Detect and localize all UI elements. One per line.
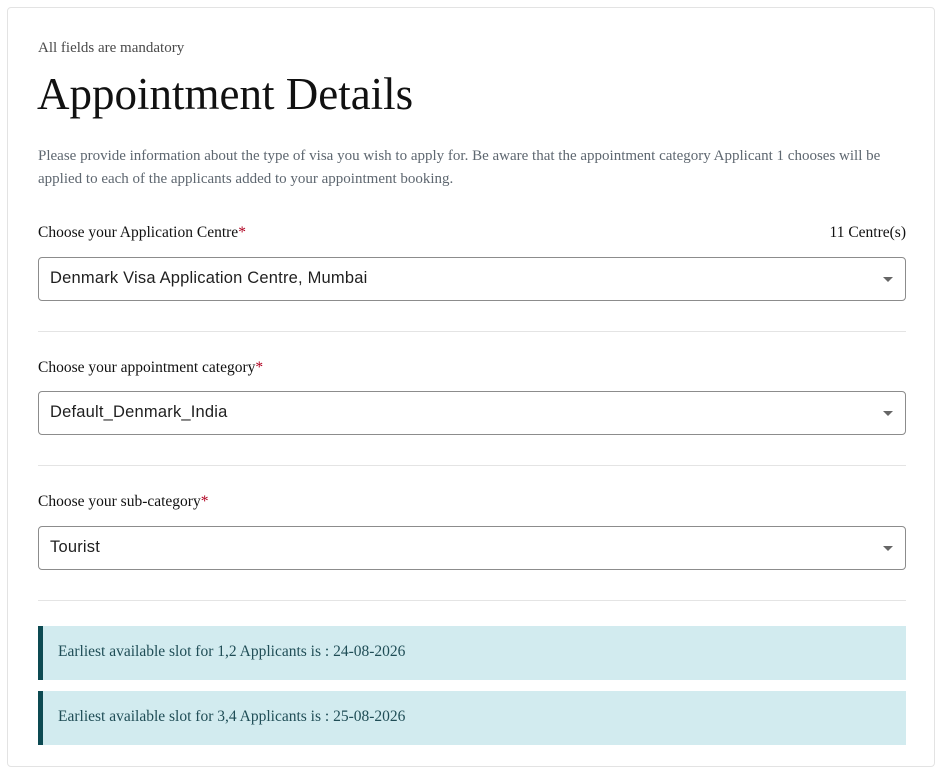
mandatory-note: All fields are mandatory bbox=[38, 40, 185, 56]
required-mark: * bbox=[200, 493, 209, 510]
subcategory-select[interactable]: Tourist bbox=[38, 526, 906, 570]
category-label-text: Choose your appointment category bbox=[38, 359, 256, 376]
slot-info-banner: Earliest available slot for 1,2 Applican… bbox=[38, 626, 906, 680]
divider bbox=[38, 600, 906, 601]
slot-info-banner: Earliest available slot for 3,4 Applican… bbox=[38, 691, 906, 745]
chevron-down-icon bbox=[883, 411, 893, 416]
slot-info-text: Earliest available slot for 3,4 Applican… bbox=[58, 708, 406, 725]
required-mark: * bbox=[238, 224, 246, 241]
centre-select[interactable]: Denmark Visa Application Centre, Mumbai bbox=[38, 257, 906, 301]
subcategory-label: Choose your sub-category* bbox=[38, 493, 208, 511]
page-description: Please provide information about the typ… bbox=[38, 148, 881, 187]
slot-info-text: Earliest available slot for 1,2 Applican… bbox=[58, 643, 406, 660]
centre-label-text: Choose your Application Centre bbox=[38, 224, 239, 241]
subcategory-label-text: Choose your sub-category bbox=[38, 493, 201, 510]
category-select[interactable]: Default_Denmark_India bbox=[38, 391, 906, 435]
category-label: Choose your appointment category* bbox=[38, 359, 263, 377]
centre-label: Choose your Application Centre* bbox=[38, 224, 246, 242]
chevron-down-icon bbox=[883, 277, 893, 282]
centre-select-value: Denmark Visa Application Centre, Mumbai bbox=[50, 269, 368, 287]
page-title: Appointment Details bbox=[37, 69, 414, 119]
subcategory-select-value: Tourist bbox=[50, 538, 100, 556]
required-mark: * bbox=[255, 359, 264, 376]
category-select-value: Default_Denmark_India bbox=[50, 403, 228, 421]
divider bbox=[38, 331, 906, 332]
chevron-down-icon bbox=[883, 546, 893, 551]
divider bbox=[38, 465, 906, 466]
centre-count: 11 Centre(s) bbox=[829, 224, 906, 241]
